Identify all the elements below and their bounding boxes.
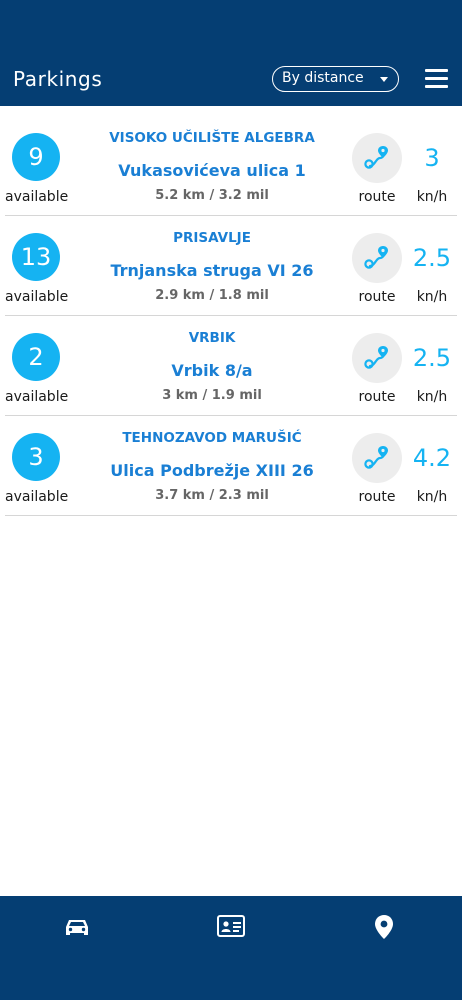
parking-name: PRISAVLJE [173,230,251,246]
parking-address: Vrbik 8/a [171,361,253,380]
parking-distance: 2.9 km / 1.8 mil [155,288,269,303]
parking-list: 9 available VISOKO UČILIŠTE ALGEBRA Vuka… [5,116,457,516]
route-label: route [358,489,396,505]
parking-address: Ulica Podbrežje XIII 26 [110,461,314,480]
route-icon [364,246,388,269]
route-button[interactable] [352,333,402,383]
parking-distance: 5.2 km / 3.2 mil [155,188,269,203]
available-count-badge: 9 [12,133,60,181]
parking-row[interactable]: 3 available TEHNOZAVOD MARUŠIĆ Ulica Pod… [5,416,457,516]
parking-row[interactable]: 9 available VISOKO UČILIŠTE ALGEBRA Vuka… [5,116,457,216]
available-label: available [5,389,69,405]
parking-address: Vukasovićeva ulica 1 [118,161,306,180]
map-pin-icon[interactable] [373,914,403,940]
bottom-navigation [0,896,462,1000]
route-label: route [358,389,396,405]
id-card-icon[interactable] [217,914,247,940]
parking-row[interactable]: 2 available VRBIK Vrbik 8/a 3 km / 1.9 m… [5,316,457,416]
available-count-badge: 2 [12,333,60,381]
route-icon [364,446,388,469]
parking-address: Trnjanska struga VI 26 [110,261,314,280]
parking-distance: 3 km / 1.9 mil [162,388,262,403]
price-unit: kn/h [416,289,448,305]
route-label: route [358,189,396,205]
price-value: 4.2 [412,444,452,472]
parking-name: VISOKO UČILIŠTE ALGEBRA [109,130,315,146]
price-value: 2.5 [412,344,452,372]
hamburger-menu-icon[interactable] [425,69,448,89]
price-unit: kn/h [416,389,448,405]
parking-row[interactable]: 13 available PRISAVLJE Trnjanska struga … [5,216,457,316]
page-title: Parkings [13,67,103,91]
route-icon [364,146,388,169]
available-label: available [5,489,69,505]
available-count-badge: 3 [12,433,60,481]
parking-name: TEHNOZAVOD MARUŠIĆ [122,430,302,446]
available-label: available [5,189,69,205]
app-header: Parkings By distance [0,0,462,106]
available-label: available [5,289,69,305]
price-unit: kn/h [416,189,448,205]
available-count-badge: 13 [12,233,60,281]
route-button[interactable] [352,133,402,183]
parking-distance: 3.7 km / 2.3 mil [155,488,269,503]
route-button[interactable] [352,233,402,283]
price-unit: kn/h [416,489,448,505]
sort-dropdown[interactable]: By distance [272,66,399,92]
car-icon[interactable] [63,914,93,940]
route-icon [364,346,388,369]
parking-name: VRBIK [188,330,236,346]
sort-dropdown-label: By distance [282,70,364,86]
route-button[interactable] [352,433,402,483]
route-label: route [358,289,396,305]
caret-down-icon [380,77,388,82]
price-value: 2.5 [412,244,452,272]
price-value: 3 [424,144,440,172]
